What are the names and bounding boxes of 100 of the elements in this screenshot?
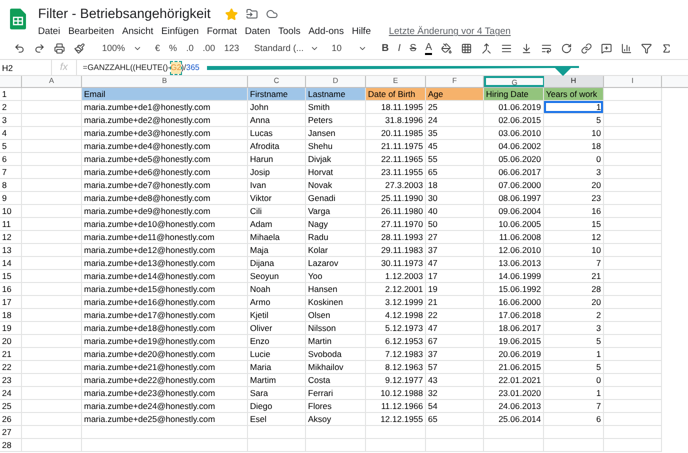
menu-item[interactable]: Einfügen — [161, 25, 199, 40]
row-number: 16 — [0, 283, 22, 296]
table-cell: 7 — [544, 400, 604, 413]
rotate-icon[interactable] — [561, 43, 572, 54]
column-title: Years of work — [544, 88, 604, 101]
empty-cell — [604, 218, 662, 231]
vertical-align-icon[interactable] — [521, 43, 532, 54]
undo-icon[interactable] — [14, 43, 25, 54]
table-cell: 0 — [544, 153, 604, 166]
row-number: 19 — [0, 322, 22, 335]
empty-cell — [22, 153, 82, 166]
filter-icon[interactable] — [641, 43, 652, 54]
zoom-dropdown[interactable]: 100% — [102, 42, 142, 56]
caret-icon — [310, 44, 319, 53]
font-size-dropdown[interactable]: 10 — [332, 42, 367, 56]
decimal-more-button[interactable]: .00 — [202, 42, 216, 56]
table-cell: 03.06.2010 — [484, 127, 544, 140]
italic-button[interactable]: I — [398, 41, 401, 56]
menu-item[interactable]: Tools — [278, 25, 300, 40]
last-edit-link[interactable]: Letzte Änderung vor 4 Tagen — [388, 25, 511, 40]
table-cell: maria.zumbe+de1@honestly.com — [82, 101, 248, 114]
table-cell: 0 — [544, 374, 604, 387]
percent-button[interactable]: % — [169, 42, 178, 56]
merge-icon[interactable] — [481, 43, 492, 54]
empty-cell — [22, 244, 82, 257]
menu-item[interactable]: Datei — [38, 25, 60, 40]
comment-icon[interactable] — [601, 43, 612, 54]
table-cell: Kjetil — [248, 309, 306, 322]
table-cell: 6 — [544, 413, 604, 426]
table-cell: 23.11.1955 — [366, 166, 426, 179]
table-cell: maria.zumbe+de16@honestly.com — [82, 296, 248, 309]
row-number: 25 — [0, 400, 22, 413]
table-cell: 18.06.2017 — [484, 322, 544, 335]
table-cell: 07.06.2000 — [484, 179, 544, 192]
table-cell: maria.zumbe+de15@honestly.com — [82, 283, 248, 296]
table-cell: 5.12.1973 — [366, 322, 426, 335]
wrap-icon[interactable] — [541, 43, 552, 54]
empty-cell — [22, 231, 82, 244]
empty-cell — [604, 387, 662, 400]
table-cell: 15 — [544, 218, 604, 231]
table-cell: Lucie — [248, 348, 306, 361]
empty-cell — [22, 348, 82, 361]
redo-icon[interactable] — [34, 43, 45, 54]
decimal-less-button[interactable]: .0 — [186, 42, 194, 56]
currency-button[interactable]: € — [155, 42, 160, 56]
table-cell: maria.zumbe+de9@honestly.com — [82, 205, 248, 218]
table-cell: 23.01.2020 — [484, 387, 544, 400]
number-format-dropdown[interactable]: 123 — [224, 42, 240, 56]
sheets-logo-icon[interactable] — [10, 8, 26, 30]
menu-item[interactable]: Ansicht — [122, 25, 154, 40]
menu-item[interactable]: Add-ons — [308, 25, 344, 40]
text-color-button[interactable]: A — [425, 42, 432, 54]
table-cell: 6.12.1953 — [366, 335, 426, 348]
table-cell: Mikhailov — [306, 361, 366, 374]
empty-cell — [22, 192, 82, 205]
table-cell: Svoboda — [306, 348, 366, 361]
strikethrough-button[interactable]: S — [410, 41, 416, 56]
paint-format-icon[interactable] — [74, 43, 85, 54]
empty-cell — [604, 283, 662, 296]
table-cell: 18 — [426, 179, 484, 192]
name-box[interactable]: H2 — [0, 60, 52, 75]
table-cell: Josip — [248, 166, 306, 179]
table-cell: 24.06.2013 — [484, 400, 544, 413]
font-dropdown[interactable]: Standard (... — [254, 42, 319, 56]
empty-cell — [306, 426, 366, 439]
star-icon[interactable] — [224, 8, 238, 21]
empty-cell — [22, 374, 82, 387]
table-cell: Martin — [306, 335, 366, 348]
table-cell: Radu — [306, 231, 366, 244]
cloud-icon[interactable] — [266, 8, 278, 20]
menu-item[interactable]: Format — [206, 25, 237, 40]
table-cell: 25.11.1990 — [366, 192, 426, 205]
menu-item[interactable]: Bearbeiten — [68, 25, 114, 40]
row-number: 12 — [0, 231, 22, 244]
link-icon[interactable] — [581, 43, 592, 54]
table-cell: 15.06.1992 — [484, 283, 544, 296]
bold-button[interactable]: B — [382, 41, 389, 56]
table-cell: Ferrari — [306, 387, 366, 400]
menu-item[interactable]: Daten — [244, 25, 270, 40]
print-icon[interactable] — [54, 43, 65, 54]
borders-icon[interactable] — [461, 43, 472, 54]
table-cell: Anna — [248, 114, 306, 127]
fill-color-icon[interactable] — [441, 43, 452, 54]
table-cell: 32 — [426, 387, 484, 400]
sum-icon[interactable] — [661, 43, 672, 54]
empty-cell — [604, 309, 662, 322]
table-cell: Costa — [306, 374, 366, 387]
column-title: Date of Birth — [366, 88, 426, 101]
table-cell: 21 — [544, 270, 604, 283]
formula-field[interactable]: =GANZZAHL((HEUTE()-G2)/365 — [82, 62, 200, 74]
column-title: Email — [82, 88, 248, 101]
menu-item[interactable]: Hilfe — [352, 25, 371, 40]
document-title[interactable]: Filter - Betriebsangehörigkeit — [38, 4, 211, 24]
folder-icon[interactable] — [246, 8, 258, 20]
table-cell: 16.06.2000 — [484, 296, 544, 309]
chart-icon[interactable] — [621, 43, 632, 54]
align-icon[interactable] — [501, 43, 512, 54]
table-cell: Flores — [306, 400, 366, 413]
table-cell: Ivan — [248, 179, 306, 192]
table-cell: maria.zumbe+de21@honestly.com — [82, 361, 248, 374]
